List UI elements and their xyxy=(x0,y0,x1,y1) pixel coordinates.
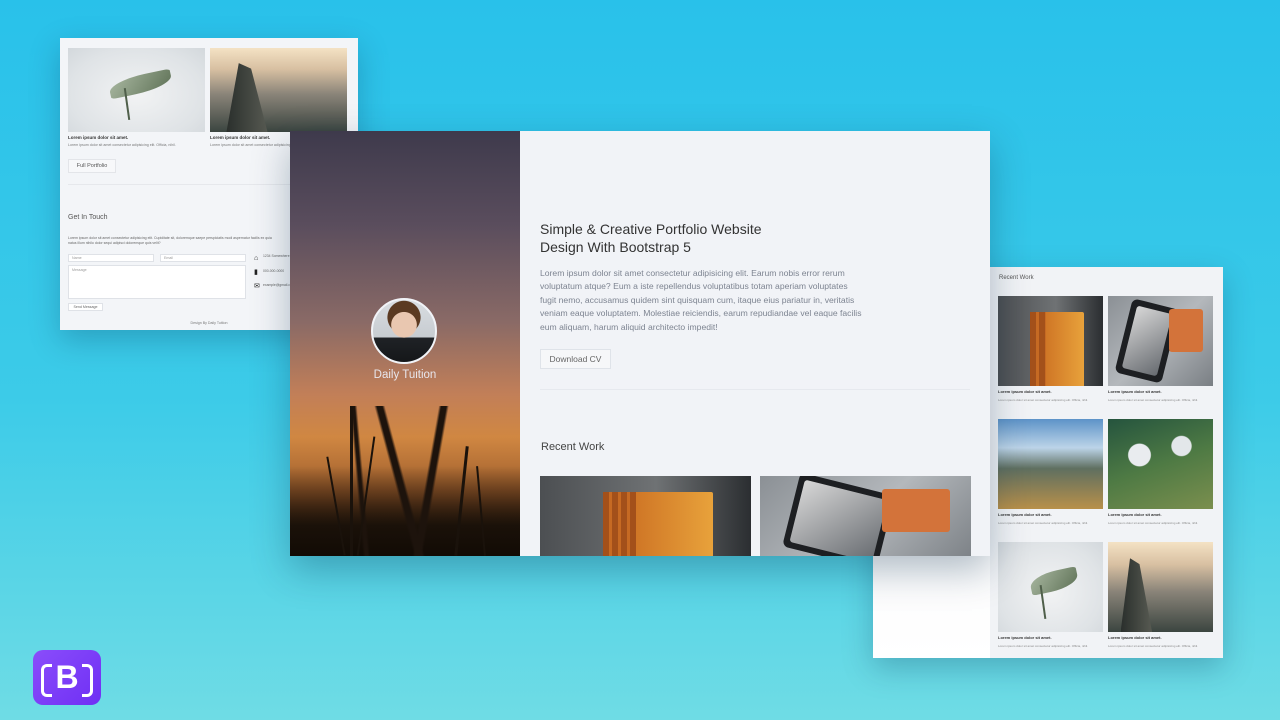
work-item-text: Lorem ipsum dolor sit amet consectetur a… xyxy=(1108,644,1198,648)
send-message-button[interactable]: Send Message xyxy=(68,303,103,311)
main-content: Simple & Creative Portfolio Website Desi… xyxy=(520,131,990,556)
section-divider xyxy=(540,389,970,390)
download-cv-button[interactable]: Download CV xyxy=(540,349,611,369)
envelope-icon: ✉ xyxy=(254,283,260,290)
work-item-text: Lorem ipsum dolor sit amet consectetur a… xyxy=(1108,398,1198,402)
work-item-title: Lorem ipsum dolor sit amet. xyxy=(1108,635,1162,640)
work-item-title: Lorem ipsum dolor sit amet. xyxy=(998,512,1052,517)
portfolio-image-mountain[interactable] xyxy=(210,48,347,132)
work-item-title: Lorem ipsum dolor sit amet. xyxy=(998,635,1052,640)
work-image-mountain[interactable] xyxy=(1108,542,1213,632)
work-image-leaf[interactable] xyxy=(998,542,1103,632)
work-image-book[interactable] xyxy=(540,476,751,556)
full-portfolio-button[interactable]: Full Portfolio xyxy=(68,159,116,173)
work-item-title: Lorem ipsum dolor sit amet. xyxy=(1108,512,1162,517)
work-item-text: Lorem ipsum dolor sit amet consectetur a… xyxy=(998,398,1088,402)
home-icon: ⌂ xyxy=(254,255,259,262)
work-image-tablet[interactable] xyxy=(1108,296,1213,386)
get-in-touch-title: Get In Touch xyxy=(68,214,108,221)
bootstrap-logo: B xyxy=(33,650,101,705)
work-image-book[interactable] xyxy=(998,296,1103,386)
work-item-text: Lorem ipsum dolor sit amet consectetur a… xyxy=(1108,521,1198,525)
portfolio-item-title: Lorem ipsum dolor sit amet. xyxy=(210,135,271,140)
email-field[interactable]: Email xyxy=(160,254,246,262)
portfolio-image-leaf[interactable] xyxy=(68,48,205,132)
name-field[interactable]: Name xyxy=(68,254,154,262)
brand-name[interactable]: Daily Tuition xyxy=(290,369,520,381)
recent-work-title: Recent Work xyxy=(541,441,605,453)
work-image-aerial[interactable] xyxy=(1108,419,1213,509)
work-item-title: Lorem ipsum dolor sit amet. xyxy=(998,389,1052,394)
get-in-touch-text: Lorem ipsum dolor sit amet consectetur a… xyxy=(68,236,272,245)
page-headline: Simple & Creative Portfolio Website Desi… xyxy=(540,220,900,256)
headline-line-1: Simple & Creative Portfolio Website xyxy=(540,221,762,237)
headline-line-2: Design With Bootstrap 5 xyxy=(540,239,691,255)
portfolio-item-text: Lorem ipsum dolor sit amet consectetur a… xyxy=(68,143,176,147)
portfolio-item-title: Lorem ipsum dolor sit amet. xyxy=(68,135,129,140)
work-item-text: Lorem ipsum dolor sit amet consectetur a… xyxy=(998,644,1088,648)
message-field[interactable]: Message xyxy=(68,265,246,299)
work-image-valley[interactable] xyxy=(998,419,1103,509)
recent-work-title: Recent Work xyxy=(999,275,1034,281)
work-item-title: Lorem ipsum dolor sit amet. xyxy=(1108,389,1162,394)
portfolio-homepage-preview: Daily Tuition Simple & Creative Portfoli… xyxy=(290,131,990,556)
intro-paragraph: Lorem ipsum dolor sit amet consectetur a… xyxy=(540,268,862,332)
phone-icon: ▮ xyxy=(254,269,258,276)
work-item-text: Lorem ipsum dolor sit amet consectetur a… xyxy=(998,521,1088,525)
profile-avatar xyxy=(371,298,437,364)
work-image-tablet[interactable] xyxy=(760,476,971,556)
